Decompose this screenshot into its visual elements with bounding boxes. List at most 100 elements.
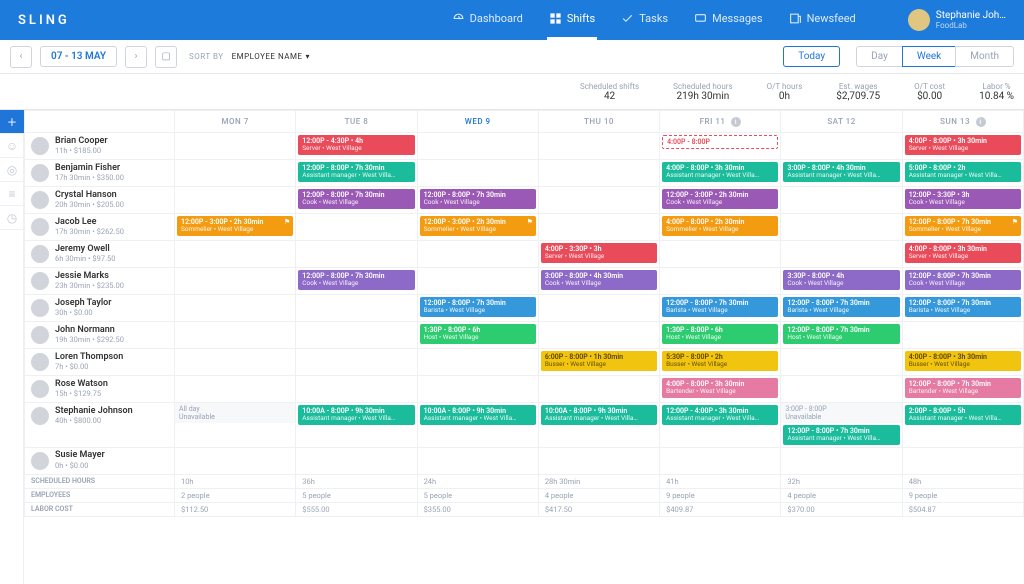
schedule-cell[interactable]: 4:00P - 8:00P • 3h 30minServer • West Vi… bbox=[902, 133, 1023, 160]
shift-block[interactable]: 4:00P - 8:00P • 3h 30minServer • West Vi… bbox=[905, 135, 1021, 155]
empty-cell[interactable] bbox=[175, 241, 296, 268]
sort-dropdown[interactable]: EMPLOYEE NAME ▾ bbox=[232, 52, 310, 61]
empty-cell[interactable] bbox=[781, 376, 902, 403]
empty-cell[interactable] bbox=[538, 160, 659, 187]
schedule-cell[interactable]: ⚑12:00P - 3:00P • 2h 30minSommelier • We… bbox=[417, 214, 538, 241]
day-header[interactable]: SAT 12 bbox=[781, 111, 902, 133]
empty-cell[interactable] bbox=[417, 447, 538, 474]
schedule-cell[interactable]: 3:30P - 8:00P • 4hCook • West Village bbox=[781, 268, 902, 295]
schedule-cell[interactable]: ⚑12:00P - 8:00P • 7h 30minSommelier • We… bbox=[902, 214, 1023, 241]
shift-block[interactable]: ⚑12:00P - 3:00P • 2h 30minSommelier • We… bbox=[420, 216, 536, 236]
nav-messages[interactable]: Messages bbox=[692, 0, 764, 40]
employee-cell[interactable]: Susie Mayer0h • $0.00 bbox=[25, 448, 174, 474]
shift-block[interactable]: 5:30P - 8:00P • 2hBusser • West Village bbox=[662, 351, 778, 371]
day-header[interactable]: THU 10 bbox=[538, 111, 659, 133]
empty-cell[interactable] bbox=[781, 241, 902, 268]
shift-block[interactable]: 3:00P - 8:00P • 4h 30minAssistant manage… bbox=[783, 162, 899, 182]
shift-block[interactable]: 12:00P - 8:00P • 7h 30minBarista • West … bbox=[905, 297, 1021, 317]
shift-block[interactable]: 4:00P - 8:00P bbox=[662, 135, 778, 149]
empty-cell[interactable] bbox=[296, 295, 417, 322]
schedule-cell[interactable]: 4:00P - 8:00P • 3h 30minServer • West Vi… bbox=[902, 241, 1023, 268]
shift-block[interactable]: 12:00P - 8:00P • 7h 30minAssistant manag… bbox=[298, 162, 414, 182]
schedule-cell[interactable]: 3:00P - 8:00PUnavailable12:00P - 8:00P •… bbox=[781, 403, 902, 448]
shift-block[interactable]: 4:00P - 8:00P • 2h 30minSommelier • West… bbox=[662, 216, 778, 236]
view-week[interactable]: Week bbox=[902, 46, 956, 67]
schedule-cell[interactable]: 4:00P - 8:00P • 3h 30minBusser • West Vi… bbox=[902, 349, 1023, 376]
shift-block[interactable]: 10:00A - 8:00P • 9h 30minAssistant manag… bbox=[420, 405, 536, 425]
schedule-cell[interactable]: 10:00A - 8:00P • 9h 30minAssistant manag… bbox=[538, 403, 659, 448]
schedule-cell[interactable]: 2:00P - 8:00P • 5hAssistant manager • We… bbox=[902, 403, 1023, 448]
schedule-cell[interactable]: 12:00P - 8:00P • 7h 30minBarista • West … bbox=[781, 295, 902, 322]
shift-block[interactable]: 1:30P - 8:00P • 6hHost • West Village bbox=[420, 324, 536, 344]
empty-cell[interactable] bbox=[902, 322, 1023, 349]
empty-cell[interactable] bbox=[417, 241, 538, 268]
day-header[interactable]: SUN 13 i bbox=[902, 111, 1023, 133]
employee-cell[interactable]: John Normann19h 30min • $292.50 bbox=[25, 322, 174, 348]
schedule-cell[interactable]: 12:00P - 8:00P • 7h 30minBarista • West … bbox=[417, 295, 538, 322]
schedule-cell[interactable]: 10:00A - 8:00P • 9h 30minAssistant manag… bbox=[417, 403, 538, 448]
schedule-cell[interactable]: 4:00P - 8:00P • 3h 30minAssistant manage… bbox=[660, 160, 781, 187]
schedule-cell[interactable]: 4:00P - 3:30P • 3hServer • West Village bbox=[538, 241, 659, 268]
next-range-button[interactable]: › bbox=[125, 46, 147, 68]
empty-cell[interactable] bbox=[417, 160, 538, 187]
empty-cell[interactable] bbox=[538, 133, 659, 160]
schedule-cell[interactable]: 12:00P - 8:00P • 7h 30minHost • West Vil… bbox=[781, 322, 902, 349]
toggle-box-button[interactable]: ▢ bbox=[155, 46, 177, 68]
schedule-cell[interactable]: 5:00P - 8:00P • 2hAssistant manager • We… bbox=[902, 160, 1023, 187]
schedule-cell[interactable]: 12:00P - 8:00P • 7h 30minCook • West Vil… bbox=[296, 268, 417, 295]
user-menu[interactable]: Stephanie Joh… FoodLab bbox=[908, 9, 1006, 31]
info-icon[interactable]: i bbox=[731, 117, 741, 127]
empty-cell[interactable] bbox=[175, 268, 296, 295]
shift-block[interactable]: 12:00P - 8:00P • 7h 30minCook • West Vil… bbox=[298, 270, 414, 290]
rail-people-icon[interactable]: ☺ bbox=[0, 134, 24, 158]
empty-cell[interactable] bbox=[296, 349, 417, 376]
schedule-cell[interactable]: 12:00P - 8:00P • 7h 30minBartender • Wes… bbox=[902, 376, 1023, 403]
view-month[interactable]: Month bbox=[955, 46, 1014, 67]
empty-cell[interactable] bbox=[660, 447, 781, 474]
schedule-cell[interactable]: 6:00P - 8:00P • 1h 30minBusser • West Vi… bbox=[538, 349, 659, 376]
empty-cell[interactable] bbox=[781, 187, 902, 214]
shift-block[interactable]: 12:00P - 8:00P • 7h 30minAssistant manag… bbox=[783, 425, 899, 445]
empty-cell[interactable] bbox=[538, 187, 659, 214]
empty-cell[interactable] bbox=[538, 376, 659, 403]
employee-cell[interactable]: Jacob Lee17h 30min • $262.50 bbox=[25, 214, 174, 240]
shift-block[interactable]: 12:00P - 8:00P • 7h 30minBarista • West … bbox=[420, 297, 536, 317]
shift-block[interactable]: 12:00P - 8:00P • 7h 30minCook • West Vil… bbox=[905, 270, 1021, 290]
empty-cell[interactable] bbox=[781, 447, 902, 474]
day-header[interactable]: MON 7 bbox=[175, 111, 296, 133]
empty-cell[interactable] bbox=[781, 214, 902, 241]
empty-cell[interactable] bbox=[538, 322, 659, 349]
employee-cell[interactable]: Benjamin Fisher17h 30min • $350.00 bbox=[25, 160, 174, 186]
schedule-cell[interactable]: 12:00P - 8:00P • 7h 30minCook • West Vil… bbox=[902, 268, 1023, 295]
rail-clock-icon[interactable]: ◷ bbox=[0, 206, 24, 230]
shift-block[interactable]: 4:00P - 8:00P • 3h 30minAssistant manage… bbox=[662, 162, 778, 182]
schedule-cell[interactable]: 12:00P - 8:00P • 7h 30minAssistant manag… bbox=[296, 160, 417, 187]
shift-block[interactable]: ⚑12:00P - 8:00P • 7h 30minSommelier • We… bbox=[905, 216, 1021, 236]
schedule-cell[interactable]: 12:00P - 3:30P • 3hCook • West Village bbox=[902, 187, 1023, 214]
shift-block[interactable]: 5:00P - 8:00P • 2hAssistant manager • We… bbox=[905, 162, 1021, 182]
empty-cell[interactable] bbox=[417, 376, 538, 403]
shift-block[interactable]: 10:00A - 8:00P • 9h 30minAssistant manag… bbox=[541, 405, 657, 425]
schedule-cell[interactable]: 1:30P - 8:00P • 6hHost • West Village bbox=[660, 322, 781, 349]
shift-block[interactable]: 12:00P - 3:30P • 3hCook • West Village bbox=[905, 189, 1021, 209]
employee-cell[interactable]: Stephanie Johnson40h • $800.00 bbox=[25, 403, 174, 429]
add-shift-button[interactable]: + bbox=[0, 110, 24, 134]
schedule-cell[interactable]: All dayUnavailable bbox=[175, 403, 296, 448]
schedule-cell[interactable]: 12:00P - 3:00P • 2h 30minCook • West Vil… bbox=[660, 187, 781, 214]
shift-block[interactable]: 12:00P - 8:00P • 7h 30minBarista • West … bbox=[783, 297, 899, 317]
empty-cell[interactable] bbox=[902, 447, 1023, 474]
employee-cell[interactable]: Jessie Marks23h 30min • $235.00 bbox=[25, 268, 174, 294]
empty-cell[interactable] bbox=[417, 133, 538, 160]
info-icon[interactable]: i bbox=[976, 117, 986, 127]
shift-block[interactable]: 12:00P - 8:00P • 7h 30minCook • West Vil… bbox=[420, 189, 536, 209]
schedule-cell[interactable]: 12:00P - 4:00P • 3h 30minAssistant manag… bbox=[660, 403, 781, 448]
rail-list-icon[interactable]: ≡ bbox=[0, 182, 24, 206]
empty-cell[interactable] bbox=[296, 322, 417, 349]
view-day[interactable]: Day bbox=[856, 46, 903, 67]
date-range[interactable]: 07 - 13 MAY bbox=[40, 46, 117, 67]
empty-cell[interactable] bbox=[175, 187, 296, 214]
schedule-cell[interactable]: 3:00P - 8:00P • 4h 30minAssistant manage… bbox=[781, 160, 902, 187]
empty-cell[interactable] bbox=[781, 349, 902, 376]
empty-cell[interactable] bbox=[296, 376, 417, 403]
empty-cell[interactable] bbox=[538, 214, 659, 241]
